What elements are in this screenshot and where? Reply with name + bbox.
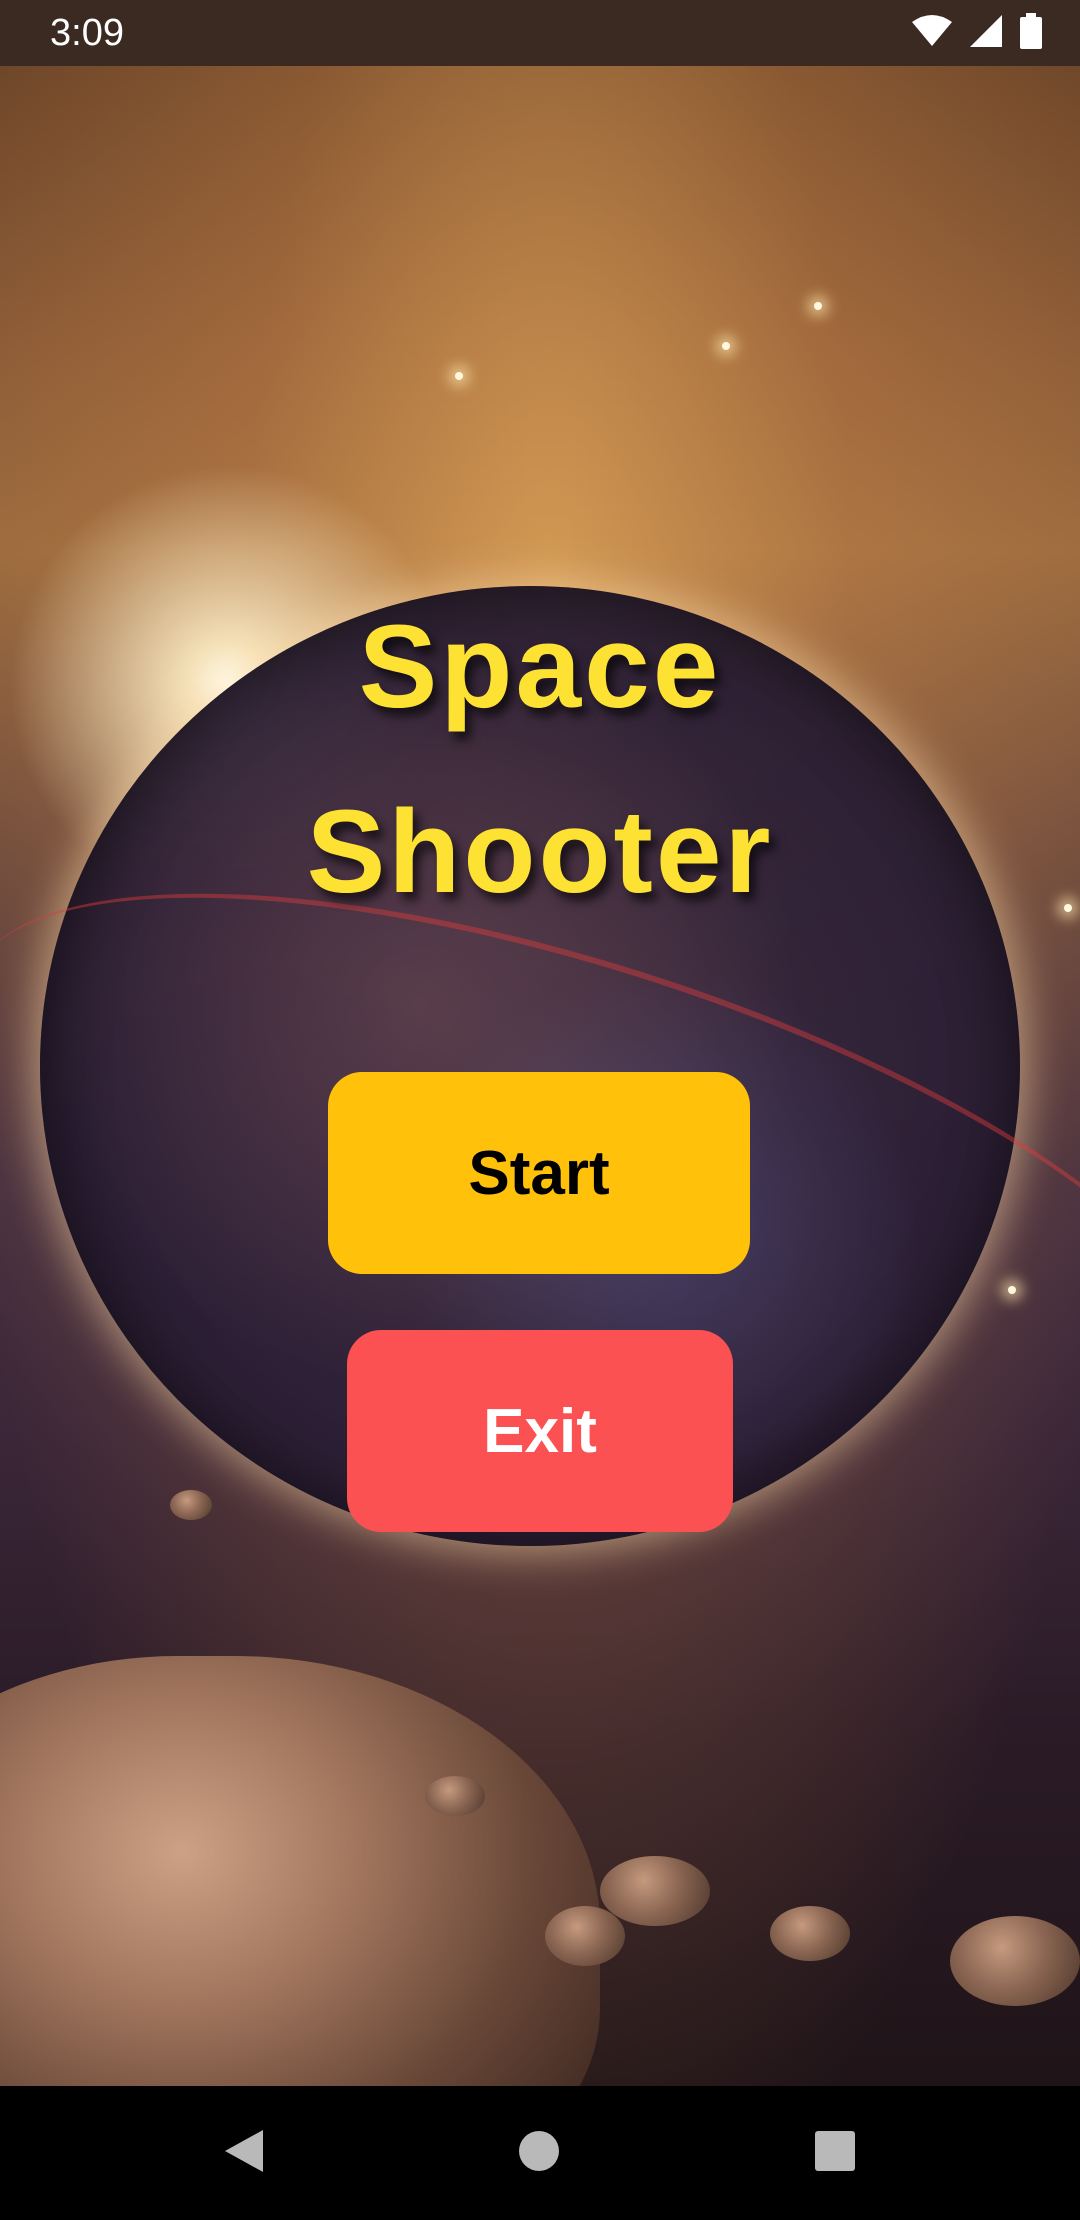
star [814,302,822,310]
battery-icon [1020,12,1042,54]
status-icons [912,12,1042,54]
home-button[interactable] [502,2116,576,2190]
star [455,372,463,380]
asteroid [950,1916,1080,2006]
game-title: Space Shooter [0,575,1080,945]
back-button[interactable] [207,2116,281,2190]
system-nav-bar [0,2086,1080,2220]
signal-icon [968,13,1004,54]
asteroid [770,1906,850,1961]
back-icon [223,2128,265,2179]
game-menu-screen: 3:09 Space Shooter Start Exit [0,0,1080,2220]
recents-button[interactable] [798,2116,872,2190]
status-bar: 3:09 [0,0,1080,66]
game-title-line1: Space [358,601,722,733]
asteroid [425,1776,485,1816]
home-icon [518,2130,560,2177]
exit-button[interactable]: Exit [347,1330,733,1532]
star [722,342,730,350]
asteroid [600,1856,710,1926]
wifi-icon [912,14,952,53]
star [1008,1286,1016,1294]
asteroid [545,1906,625,1966]
asteroid [170,1490,212,1520]
status-time: 3:09 [50,12,124,54]
start-button[interactable]: Start [328,1072,750,1274]
game-title-line2: Shooter [306,786,774,918]
recents-icon [814,2130,856,2177]
